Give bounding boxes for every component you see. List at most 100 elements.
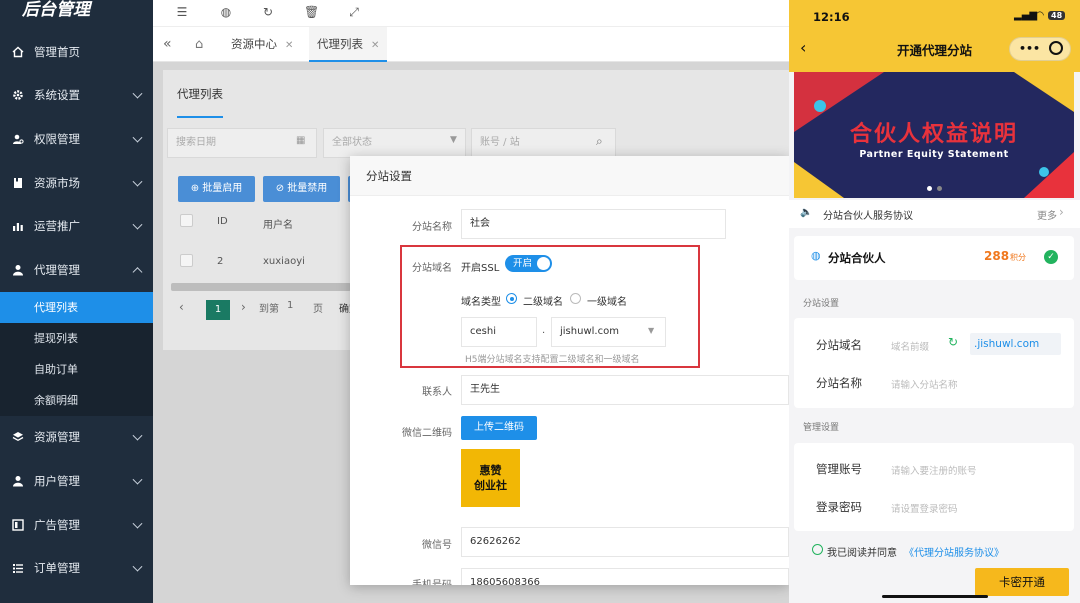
- refresh-icon[interactable]: ↻: [261, 5, 275, 19]
- date-filter-input[interactable]: 搜索日期: [167, 128, 317, 158]
- row-checkbox[interactable]: [180, 254, 193, 267]
- agreement-link[interactable]: 《代理分站服务协议》: [904, 544, 1004, 559]
- mobile-password-label: 登录密码: [816, 500, 862, 514]
- ad-icon: [12, 518, 24, 531]
- status-filter-select[interactable]: 全部状态: [323, 128, 466, 158]
- users-icon: [12, 133, 24, 145]
- mobile-site-name-input[interactable]: 请输入分站名称: [891, 377, 958, 391]
- sidebar-item-resource-market[interactable]: 资源市场: [0, 161, 153, 205]
- account-search-input[interactable]: 账号 / 站: [471, 128, 616, 158]
- wifi-icon: ◠: [1036, 10, 1044, 21]
- sidebar-item-system-settings[interactable]: 系统设置: [0, 74, 153, 118]
- carousel-dot-active[interactable]: [927, 186, 932, 191]
- home-tab-icon[interactable]: ⌂: [195, 27, 203, 62]
- phone-input[interactable]: 18605608366: [461, 568, 789, 585]
- wechat-qr-image: 惠赞 创业社: [461, 449, 520, 507]
- sidebar-item-promotion[interactable]: 运营推广: [0, 204, 153, 248]
- radio-root-domain[interactable]: [570, 293, 581, 304]
- sidebar: 后台管理 管理首页 系统设置 权限管理 资源市场 运营推广 代理管理 代理列表 …: [0, 0, 153, 603]
- domain-label: 分站域名: [412, 263, 452, 274]
- home-icon: [12, 46, 24, 58]
- sidebar-item-label: 管理首页: [34, 44, 80, 59]
- sidebar-item-permissions[interactable]: 权限管理: [0, 117, 153, 161]
- sidebar-item-order-management[interactable]: 订单管理: [0, 546, 153, 590]
- domain-dot: .: [542, 325, 546, 336]
- globe-icon: ◍: [811, 249, 821, 262]
- chevron-down-icon: [132, 132, 143, 143]
- close-icon[interactable]: ✕: [371, 40, 379, 51]
- notice-more-link[interactable]: 更多: [1037, 207, 1057, 222]
- collapse-menu-icon[interactable]: ☰: [175, 5, 189, 19]
- close-icon[interactable]: ✕: [285, 40, 293, 51]
- batch-disable-button[interactable]: ⊘ 批量禁用: [263, 176, 340, 202]
- sidebar-item-label: 权限管理: [34, 131, 80, 146]
- mobile-domain-label: 分站域名: [816, 338, 862, 352]
- mobile-site-name-label: 分站名称: [816, 376, 862, 390]
- tab-resource-center[interactable]: 资源中心 ✕: [231, 27, 293, 62]
- mobile-domain-input[interactable]: 域名前缀: [891, 339, 929, 353]
- admin-toolbar: ☰ ◍ ↻ 🗑 ⤢: [153, 0, 789, 26]
- fullscreen-icon[interactable]: ⤢: [347, 5, 361, 19]
- horizontal-scrollbar[interactable]: [171, 283, 351, 291]
- sidebar-item-label: 广告管理: [34, 517, 80, 532]
- carousel-dot[interactable]: [937, 186, 942, 191]
- close-circle-icon[interactable]: [1049, 41, 1063, 55]
- select-all-checkbox[interactable]: [180, 214, 193, 227]
- sidebar-item-label: 系统设置: [34, 88, 80, 103]
- chart-icon: [12, 220, 24, 232]
- ssl-label: 开启SSL: [461, 263, 500, 274]
- tabs-bar: « ⌂ 资源中心 ✕ 代理列表 ✕: [153, 26, 789, 62]
- next-page-icon[interactable]: ›: [241, 300, 246, 314]
- user-group-icon: [12, 264, 24, 276]
- sidebar-item-resource-management[interactable]: 资源管理: [0, 416, 153, 460]
- mobile-domain-suffix[interactable]: .jishuwl.com: [970, 333, 1061, 355]
- sidebar-subitem-withdrawals[interactable]: 提现列表: [0, 322, 153, 354]
- chevron-down-icon: [132, 176, 143, 187]
- ssl-toggle[interactable]: 开启: [505, 255, 552, 272]
- globe-icon[interactable]: ◍: [219, 5, 233, 19]
- site-name-input[interactable]: 社会: [461, 209, 726, 239]
- sidebar-subitem-balance-details[interactable]: 余额明细: [0, 384, 153, 416]
- trash-icon[interactable]: 🗑: [304, 5, 319, 19]
- sidebar-item-ad-management[interactable]: 广告管理: [0, 503, 153, 547]
- plan-card[interactable]: ◍ 分站合伙人 288 积分 ✓: [794, 236, 1074, 280]
- chevron-down-icon: [132, 474, 143, 485]
- sidebar-item-user-management[interactable]: 用户管理: [0, 459, 153, 503]
- page-1-button[interactable]: 1: [206, 300, 230, 320]
- upload-qr-button[interactable]: 上传二维码: [461, 416, 537, 440]
- chevron-down-icon: [132, 561, 143, 572]
- status-time: 12:16: [813, 10, 850, 24]
- refresh-icon[interactable]: ↻: [948, 335, 958, 349]
- contact-input[interactable]: 王先生: [461, 375, 789, 405]
- radio-subdomain[interactable]: [506, 293, 517, 304]
- notice-bar[interactable]: 🔈 分站合伙人服务协议 更多 ›: [789, 200, 1080, 228]
- mobile-password-input[interactable]: 请设置登录密码: [891, 501, 958, 515]
- check-circle-icon: ✓: [1044, 250, 1058, 264]
- prev-page-icon[interactable]: ‹: [179, 300, 184, 314]
- gear-icon: [12, 89, 24, 101]
- site-settings-card: 分站域名 域名前缀 ↻ .jishuwl.com 分站名称 请输入分站名称: [794, 318, 1074, 408]
- sidebar-subitem-self-orders[interactable]: 自助订单: [0, 353, 153, 385]
- battery-icon: 48: [1048, 11, 1066, 20]
- tabs-scroll-left-icon[interactable]: «: [163, 27, 172, 62]
- tab-agent-list[interactable]: 代理列表 ✕: [309, 27, 388, 62]
- subdomain-input[interactable]: ceshi: [461, 317, 537, 347]
- mobile-account-input[interactable]: 请输入要注册的账号: [891, 463, 977, 477]
- mobile-account-label: 管理账号: [816, 462, 862, 476]
- sidebar-item-home[interactable]: 管理首页: [0, 30, 153, 74]
- batch-enable-button[interactable]: ⊕ 批量启用: [178, 176, 255, 202]
- sidebar-subitem-agent-list[interactable]: 代理列表: [0, 291, 153, 323]
- plan-name: 分站合伙人: [828, 251, 886, 265]
- page-number-input[interactable]: 1: [287, 300, 293, 311]
- sidebar-item-label: 运营推广: [34, 219, 80, 234]
- sidebar-item-agent-management[interactable]: 代理管理: [0, 248, 153, 292]
- wechat-id-input[interactable]: 62626262: [461, 527, 789, 557]
- card-activate-button[interactable]: 卡密开通: [975, 568, 1069, 596]
- more-dots-icon[interactable]: •••: [1019, 42, 1040, 55]
- agree-radio[interactable]: [812, 544, 823, 555]
- home-indicator: [882, 595, 988, 598]
- sidebar-menu: 管理首页 系统设置 权限管理 资源市场 运营推广 代理管理 代理列表 提现列表 …: [0, 30, 153, 590]
- search-icon[interactable]: ⌕: [596, 134, 603, 149]
- promo-banner[interactable]: 合伙人权益说明 Partner Equity Statement: [794, 72, 1074, 198]
- chevron-down-icon: [132, 518, 143, 529]
